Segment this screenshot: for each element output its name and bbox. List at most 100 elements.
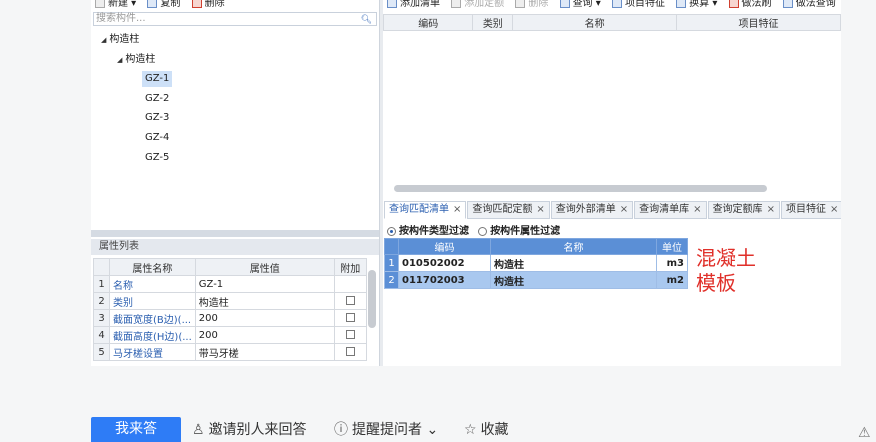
property-value-cell[interactable]: GZ-1 — [194, 275, 335, 293]
attach-checkbox[interactable] — [345, 330, 355, 339]
filter-by-type-radio[interactable]: 按构件类型过滤 — [387, 222, 469, 237]
component-search-input[interactable]: 搜索构件... 🔍︎ — [93, 12, 377, 26]
tab-match-quota[interactable]: 查询匹配定额 × — [467, 201, 550, 219]
feature-icon — [611, 0, 622, 8]
add-list-button[interactable]: 添加清单 — [387, 0, 440, 8]
brush-button[interactable]: 做法刷 — [728, 0, 772, 8]
table-row[interactable]: 2 011702003 构造柱 m2 — [384, 271, 688, 289]
query-button[interactable]: 查询 ▾ — [559, 0, 601, 8]
radio-icon — [478, 226, 488, 236]
close-icon[interactable]: × — [830, 204, 838, 215]
tree-item-gz3[interactable]: GZ-3 — [145, 110, 169, 126]
tab-match-list[interactable]: 查询匹配清单 × — [384, 201, 467, 219]
table-row[interactable]: 4 截面高度(H边)(... 200 — [93, 326, 367, 344]
property-scrollbar[interactable] — [368, 270, 376, 328]
tab-project-feature[interactable]: 项目特征 × — [780, 201, 841, 219]
new-button[interactable]: 新建 ▾ — [95, 0, 136, 8]
column-header-value: 属性值 — [194, 258, 335, 276]
chevron-down-icon: ⌄ — [426, 422, 439, 438]
tree-item-gz2[interactable]: GZ-2 — [145, 91, 169, 107]
table-row[interactable]: 1 010502002 构造柱 m3 — [384, 254, 688, 272]
list-grid-header: 编码 类别 名称 项目特征 — [382, 14, 841, 31]
tab-quota-library[interactable]: 查询定额库 × — [707, 201, 780, 219]
tree-node-root[interactable]: ◢ 构造柱 — [101, 32, 139, 48]
tab-external-list[interactable]: 查询外部清单 × — [550, 201, 634, 219]
column-header-unit[interactable]: 单位 — [656, 238, 688, 255]
column-header-name[interactable]: 名称 — [512, 14, 678, 31]
software-screenshot: 新建 ▾ 复制 删除 添加清单 添加定额 删除 查询 ▾ 项目特征 换算 ▾ 做… — [91, 0, 841, 366]
close-icon[interactable]: × — [620, 204, 628, 215]
query-tabs: 查询匹配清单 × 查询匹配定额 × 查询外部清单 × 查询清单库 × 查询定额库 × 项目特征 × — [384, 201, 841, 219]
report-warning-icon[interactable]: ⚠ — [858, 425, 871, 441]
convert-button[interactable]: 换算 ▾ — [676, 0, 717, 8]
delete-button[interactable]: 删除 — [191, 0, 225, 8]
feature-button[interactable]: 项目特征 — [611, 0, 665, 8]
method-query-icon — [782, 0, 793, 8]
column-header-code[interactable]: 编码 — [382, 14, 474, 31]
attach-checkbox[interactable] — [345, 347, 355, 356]
column-header-name[interactable]: 名称 — [490, 238, 657, 255]
fx-icon — [676, 0, 687, 8]
left-toolbar: 新建 ▾ 复制 删除 — [91, 0, 379, 8]
property-value-cell[interactable]: 200 — [194, 326, 335, 344]
column-header-category[interactable]: 类别 — [472, 14, 514, 31]
close-icon[interactable]: × — [767, 204, 775, 215]
column-header-code[interactable]: 编码 — [398, 238, 491, 255]
column-header-attach: 附加 — [333, 258, 367, 276]
favorite-link[interactable]: ☆ 收藏 — [464, 421, 509, 439]
property-value-cell[interactable]: 带马牙槎 — [194, 343, 335, 361]
property-list-title: 属性列表 — [91, 239, 379, 255]
attach-checkbox[interactable] — [345, 313, 355, 322]
info-icon: ⓘ — [334, 422, 348, 438]
horizontal-splitter[interactable] — [91, 230, 379, 237]
annotation-line-concrete: 混凝土 — [696, 246, 756, 270]
table-row[interactable]: 3 截面宽度(B边)(... 200 — [93, 309, 367, 327]
vertical-splitter[interactable] — [379, 0, 383, 366]
tree-node-child[interactable]: ◢ 构造柱 — [117, 52, 155, 68]
tree-item-gz4[interactable]: GZ-4 — [145, 130, 169, 146]
add-quota-icon — [451, 0, 462, 8]
property-table: 属性名称 属性值 附加 1 名称 GZ-1 2 类别 构造柱 3 截面宽度(B边… — [93, 258, 367, 361]
tree-item-gz5[interactable]: GZ-5 — [145, 150, 169, 166]
annotation-text: 混凝土 模板 — [696, 246, 756, 296]
add-quota-button[interactable]: 添加定额 — [451, 0, 504, 8]
close-icon[interactable]: × — [453, 204, 461, 215]
copy-button[interactable]: 复制 — [147, 0, 180, 8]
radio-selected-icon — [387, 226, 396, 236]
annotation-line-formwork: 模板 — [696, 271, 736, 295]
person-icon: ♙ — [192, 422, 205, 438]
tree-item-gz1[interactable]: GZ-1 — [142, 71, 173, 87]
copy-icon — [147, 0, 158, 8]
table-row[interactable]: 1 名称 GZ-1 — [93, 275, 367, 293]
filter-by-attr-radio[interactable]: 按构件属性过滤 — [478, 222, 560, 237]
answer-button[interactable]: 我来答 — [91, 417, 181, 442]
delete-row-button[interactable]: 删除 — [515, 0, 548, 8]
close-icon[interactable]: × — [536, 204, 544, 215]
query-icon — [559, 0, 570, 8]
table-row[interactable]: 2 类别 构造柱 — [93, 292, 367, 310]
property-value-cell[interactable]: 200 — [194, 309, 335, 327]
invite-answer-link[interactable]: ♙ 邀请别人来回答 — [192, 421, 307, 439]
attach-checkbox[interactable] — [345, 296, 355, 305]
column-header-feature[interactable]: 项目特征 — [676, 14, 841, 31]
collapse-triangle-icon[interactable]: ◢ — [101, 32, 106, 48]
column-header-name: 属性名称 — [109, 258, 196, 276]
add-list-icon — [387, 0, 397, 8]
property-value-cell[interactable]: 构造柱 — [194, 292, 335, 310]
table-row[interactable]: 5 马牙槎设置 带马牙槎 — [93, 343, 367, 361]
tab-list-library[interactable]: 查询清单库 × — [634, 201, 707, 219]
collapse-triangle-icon[interactable]: ◢ — [117, 52, 122, 68]
method-query-button[interactable]: 做法查询 — [782, 0, 836, 8]
match-list-grid: 编码 名称 单位 1 010502002 构造柱 m3 2 011702003 … — [384, 238, 688, 289]
right-toolbar: 添加清单 添加定额 删除 查询 ▾ 项目特征 换算 ▾ 做法刷 做法查询 — [383, 0, 841, 8]
star-icon: ☆ — [464, 422, 477, 438]
close-icon[interactable]: × — [693, 204, 701, 215]
search-icon[interactable]: 🔍︎ — [361, 14, 372, 26]
delete-icon — [191, 0, 202, 8]
brush-icon — [728, 0, 739, 8]
list-grid-scrollbar[interactable] — [394, 185, 767, 192]
filter-options: 按构件类型过滤 按构件属性过滤 — [387, 222, 566, 237]
new-icon — [95, 0, 105, 8]
remind-asker-link[interactable]: ⓘ 提醒提问者 ⌄ — [334, 421, 438, 439]
table-corner — [93, 258, 110, 276]
